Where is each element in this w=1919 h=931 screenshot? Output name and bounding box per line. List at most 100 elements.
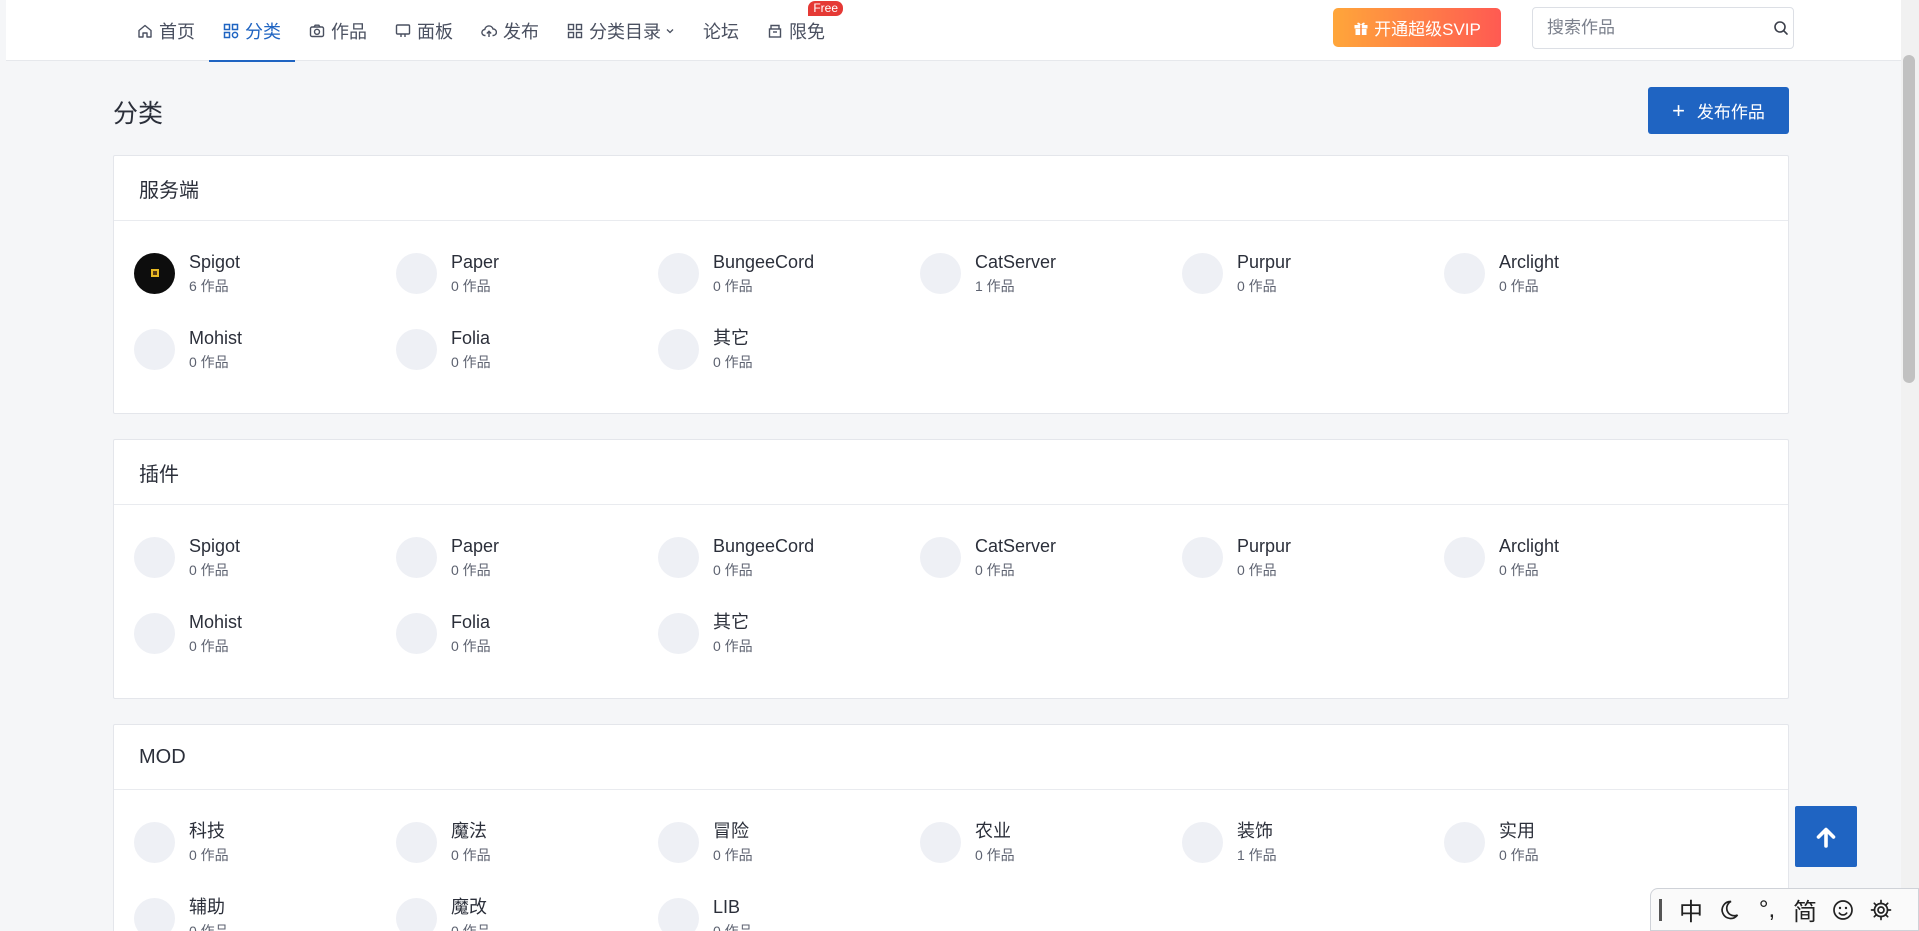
category-name: 实用 bbox=[1499, 821, 1535, 841]
category-item[interactable]: Folia 0 作品 bbox=[396, 608, 636, 658]
back-to-top-button[interactable] bbox=[1795, 806, 1857, 867]
category-avatar bbox=[1182, 536, 1223, 578]
camera-icon bbox=[309, 23, 325, 39]
category-name: Spigot bbox=[189, 536, 241, 556]
category-icon bbox=[223, 23, 239, 39]
category-avatar bbox=[1182, 821, 1223, 863]
scrollbar-thumb[interactable] bbox=[1903, 55, 1915, 383]
category-avatar bbox=[134, 612, 175, 654]
category-item[interactable]: Mohist 0 作品 bbox=[134, 608, 374, 658]
category-name: Purpur bbox=[1237, 252, 1292, 272]
category-avatar bbox=[658, 536, 699, 578]
box-icon bbox=[767, 23, 783, 39]
category-item[interactable]: Paper 0 作品 bbox=[396, 532, 636, 582]
category-avatar bbox=[920, 821, 961, 863]
category-count: 0 作品 bbox=[451, 562, 491, 578]
nav-works[interactable]: 作品 bbox=[295, 0, 381, 61]
category-item[interactable]: Purpur 0 作品 bbox=[1182, 248, 1422, 298]
ime-drag-handle[interactable] bbox=[1659, 898, 1662, 921]
category-item[interactable]: Spigot 6 作品 bbox=[134, 248, 374, 298]
category-avatar bbox=[396, 612, 437, 654]
category-item[interactable]: Purpur 0 作品 bbox=[1182, 532, 1422, 582]
grid-icon bbox=[567, 23, 583, 39]
emoji-icon[interactable] bbox=[1824, 890, 1862, 930]
category-avatar bbox=[134, 821, 175, 863]
category-count: 0 作品 bbox=[1499, 562, 1539, 578]
category-section-plugins: 插件 Spigot 0 作品 Paper 0 作品 BungeeCord 0 作品 C… bbox=[113, 439, 1789, 699]
category-item[interactable]: Spigot 0 作品 bbox=[134, 532, 374, 582]
category-item[interactable]: 辅助 0 作品 bbox=[134, 893, 374, 931]
gear-icon[interactable] bbox=[1862, 890, 1900, 930]
category-item[interactable]: 科技 0 作品 bbox=[134, 817, 374, 867]
category-item[interactable]: Mohist 0 作品 bbox=[134, 324, 374, 374]
nav-panel[interactable]: 面板 bbox=[381, 0, 467, 61]
category-name: LIB bbox=[713, 897, 741, 917]
category-item[interactable]: CatServer 1 作品 bbox=[920, 248, 1160, 298]
category-item[interactable]: Arclight 0 作品 bbox=[1444, 532, 1684, 582]
category-item[interactable]: 其它 0 作品 bbox=[658, 608, 898, 658]
nav-publish[interactable]: 发布 bbox=[467, 0, 553, 61]
category-item[interactable]: 魔改 0 作品 bbox=[396, 893, 636, 931]
nav-category-directory[interactable]: 分类目录 bbox=[553, 0, 689, 61]
category-name: Paper bbox=[451, 252, 500, 272]
category-name: BungeeCord bbox=[713, 252, 815, 272]
open-svip-button[interactable]: 开通超级SVIP bbox=[1333, 8, 1501, 47]
category-avatar bbox=[1182, 252, 1223, 294]
ime-language-toggle[interactable]: 中 bbox=[1672, 890, 1710, 930]
panel-icon bbox=[395, 23, 411, 39]
search-box bbox=[1532, 7, 1794, 49]
category-count: 0 作品 bbox=[713, 562, 753, 578]
category-item[interactable]: 装饰 1 作品 bbox=[1182, 817, 1422, 867]
category-name: 其它 bbox=[713, 612, 749, 632]
category-item[interactable]: 其它 0 作品 bbox=[658, 324, 898, 374]
category-item[interactable]: CatServer 0 作品 bbox=[920, 532, 1160, 582]
category-item[interactable]: BungeeCord 0 作品 bbox=[658, 248, 898, 298]
nav-category[interactable]: 分类 bbox=[209, 0, 295, 62]
category-item[interactable]: 魔法 0 作品 bbox=[396, 817, 636, 867]
category-count: 1 作品 bbox=[975, 278, 1015, 294]
category-item[interactable]: 实用 0 作品 bbox=[1444, 817, 1684, 867]
category-name: 魔改 bbox=[451, 897, 487, 917]
category-name: 辅助 bbox=[189, 897, 225, 917]
category-item[interactable]: Folia 0 作品 bbox=[396, 324, 636, 374]
category-name: 其它 bbox=[713, 328, 749, 348]
moon-icon[interactable] bbox=[1710, 890, 1748, 930]
section-title: 服务端 bbox=[114, 156, 1788, 221]
nav-home[interactable]: 首页 bbox=[123, 0, 209, 61]
category-avatar bbox=[658, 612, 699, 654]
category-avatar bbox=[396, 897, 437, 931]
nav-category-directory-label: 分类目录 bbox=[589, 21, 661, 42]
category-count: 0 作品 bbox=[975, 562, 1015, 578]
category-name: Purpur bbox=[1237, 536, 1292, 556]
svip-label: 开通超级SVIP bbox=[1374, 20, 1481, 39]
category-avatar bbox=[396, 536, 437, 578]
category-section-mod: MOD 科技 0 作品 魔法 0 作品 冒险 0 作品 农业 0 作品 装饰 1 作品 实… bbox=[113, 724, 1789, 931]
nav-forum-label: 论坛 bbox=[703, 21, 739, 42]
category-name: Paper bbox=[451, 536, 500, 556]
publish-work-button[interactable]: + 发布作品 bbox=[1648, 87, 1789, 134]
category-avatar bbox=[658, 252, 699, 294]
category-avatar bbox=[134, 897, 175, 931]
category-item[interactable]: 农业 0 作品 bbox=[920, 817, 1160, 867]
category-count: 6 作品 bbox=[189, 278, 229, 294]
publish-work-label: 发布作品 bbox=[1696, 103, 1765, 122]
category-avatar bbox=[1444, 252, 1485, 294]
category-name: CatServer bbox=[975, 536, 1057, 556]
ime-toolbar: 中 °, 简 bbox=[1650, 888, 1919, 931]
category-item[interactable]: Arclight 0 作品 bbox=[1444, 248, 1684, 298]
category-item[interactable]: BungeeCord 0 作品 bbox=[658, 532, 898, 582]
nav-limited-free[interactable]: 限免 Free bbox=[753, 0, 843, 61]
category-item[interactable]: Paper 0 作品 bbox=[396, 248, 636, 298]
search-input[interactable] bbox=[1533, 8, 1768, 48]
category-item[interactable]: LIB 0 作品 bbox=[658, 893, 898, 931]
nav-category-label: 分类 bbox=[245, 21, 281, 42]
section-title: 插件 bbox=[114, 440, 1788, 505]
category-avatar bbox=[134, 536, 175, 578]
ime-punctuation-toggle[interactable]: °, bbox=[1748, 890, 1786, 930]
nav-forum[interactable]: 论坛 bbox=[689, 0, 753, 61]
search-icon[interactable] bbox=[1768, 8, 1793, 48]
ime-simplified-toggle[interactable]: 简 bbox=[1786, 890, 1824, 930]
nav-works-label: 作品 bbox=[331, 21, 367, 42]
category-item[interactable]: 冒险 0 作品 bbox=[658, 817, 898, 867]
category-name: Mohist bbox=[189, 328, 243, 348]
